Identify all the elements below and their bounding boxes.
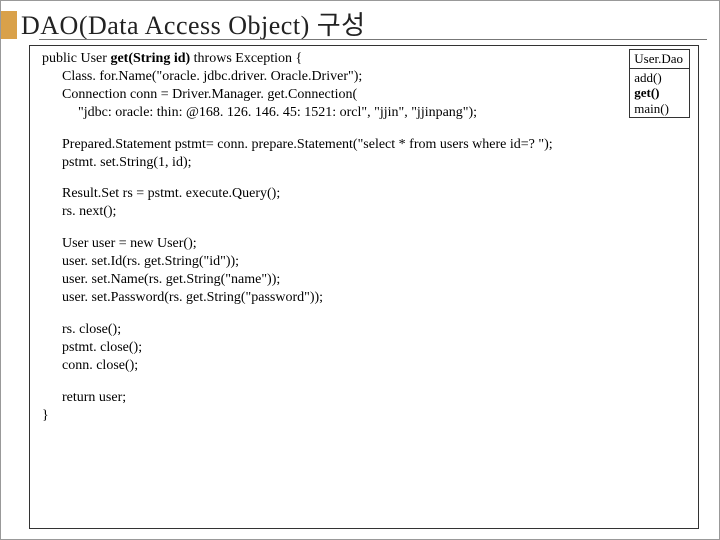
uml-class-box: User.Dao add() get() main() (629, 49, 690, 118)
accent-block (1, 11, 17, 39)
blank-line (38, 171, 690, 185)
code-text: public User (42, 51, 110, 66)
code-line: Class. for.Name("oracle. jdbc.driver. Or… (38, 68, 690, 86)
slide: DAO(Data Access Object) 구성 User.Dao add(… (0, 0, 720, 540)
blank-line (38, 375, 690, 389)
code-line: user. set.Password(rs. get.String("passw… (38, 289, 690, 307)
code-line: User user = new User(); (38, 235, 690, 253)
uml-method-get: get() (634, 85, 683, 101)
code-line: user. set.Id(rs. get.String("id")); (38, 253, 690, 271)
code-line: return user; (38, 389, 690, 407)
blank-line (38, 307, 690, 321)
code-line: pstmt. close(); (38, 339, 690, 357)
code-line: "jdbc: oracle: thin: @168. 126. 146. 45:… (38, 104, 690, 122)
code-line: rs. next(); (38, 203, 690, 221)
code-line: user. set.Name(rs. get.String("name")); (38, 271, 690, 289)
code-line: Prepared.Statement pstmt= conn. prepare.… (38, 136, 690, 154)
code-line: public User get(String id) throws Except… (38, 50, 690, 68)
title-bar: DAO(Data Access Object) 구성 (1, 1, 719, 41)
code-line: pstmt. set.String(1, id); (38, 154, 690, 172)
uml-class-name: User.Dao (630, 50, 689, 69)
blank-line (38, 122, 690, 136)
code-box: User.Dao add() get() main() public User … (29, 45, 699, 529)
code-text: throws Exception { (190, 51, 302, 66)
code-line: rs. close(); (38, 321, 690, 339)
uml-method-main: main() (634, 101, 683, 117)
title-underline (39, 39, 707, 40)
code-line: Connection conn = Driver.Manager. get.Co… (38, 86, 690, 104)
code-line: conn. close(); (38, 357, 690, 375)
code-line: Result.Set rs = pstmt. execute.Query(); (38, 185, 690, 203)
uml-method-add: add() (634, 70, 683, 86)
code-line: } (38, 407, 690, 425)
blank-line (38, 221, 690, 235)
uml-class-methods: add() get() main() (630, 69, 689, 118)
slide-title: DAO(Data Access Object) 구성 (21, 5, 366, 42)
code-bold: get(String id) (110, 51, 190, 66)
